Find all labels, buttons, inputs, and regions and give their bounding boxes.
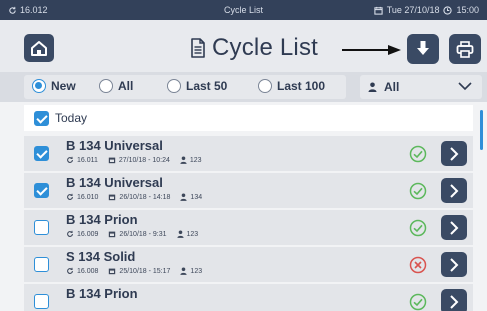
user-icon [180,193,188,201]
row-checkbox[interactable] [34,294,49,309]
row-checkbox[interactable] [34,220,49,235]
cycle-number: 16.010 [77,193,99,201]
calendar-icon [374,6,383,15]
cycle-number: 16.008 [77,267,99,275]
filter-bar: New All Last 50 Last 100 All [0,72,487,102]
filter-all-label: All [118,79,134,93]
group-today-checkbox[interactable] [34,110,49,126]
chevron-right-icon [450,257,459,272]
cycle-user: 123 [186,230,199,238]
filter-new-label: New [51,79,76,93]
home-button[interactable] [24,34,54,62]
calendar-icon [108,157,116,164]
cycle-number: 16.011 [77,156,98,164]
scrollbar[interactable] [480,110,483,150]
cycle-program-name: B 134 Prion [66,286,138,301]
cycle-icon [67,193,73,200]
open-cycle-button[interactable] [441,141,467,166]
status-failed-icon [409,256,427,274]
cycle-meta: 16.009 26/10/18 - 9:31 123 [66,230,198,238]
row-checkbox[interactable] [34,183,49,198]
clock-icon [443,5,453,15]
home-icon [31,40,47,56]
time-value: 15:00 [456,5,479,15]
document-icon [191,38,205,58]
cycle-list: Today B 134 Universal 16.011 27/10/18 - 10… [0,102,487,311]
row-checkbox[interactable] [34,146,49,161]
cycle-meta: 16.010 26/10/18 - 14:18 134 [66,193,202,201]
cycle-program-name: B 134 Prion [66,212,138,227]
status-bar: 16.012 Cycle List Tue 27/10/18 15:00 [0,0,487,20]
user-icon [368,82,377,92]
cycle-program-name: B 134 Universal [66,138,163,153]
group-header-today: Today [24,105,473,131]
cycle-user: 123 [189,156,202,164]
open-cycle-button[interactable] [441,252,467,277]
cycle-icon [67,156,73,163]
status-ok-icon [409,293,427,311]
radio-circle [99,79,113,93]
cycle-row[interactable]: B 134 Prion 16.009 26/10/18 - 9:31 123 [24,210,473,245]
date-time: Tue 27/10/18 15:00 [374,5,479,15]
chevron-right-icon [450,294,459,309]
chevron-right-icon [450,146,459,161]
cycle-user: 123 [190,267,203,275]
chevron-right-icon [450,220,459,235]
chevron-down-icon [458,82,472,91]
status-ok-icon [409,219,427,237]
page-title-wrap: Cycle List [190,34,318,62]
date-value: Tue 27/10/18 [386,5,440,15]
cycle-row[interactable]: B 134 Universal 16.011 27/10/18 - 10:24 123 [24,136,473,171]
printer-icon [456,40,474,58]
user-filter-value: All [384,80,400,94]
filter-last-100-radio[interactable]: Last 100 [258,79,325,93]
filter-all-radio[interactable]: All [99,79,133,93]
calendar-icon [109,268,116,275]
cycle-meta: 16.008 25/10/18 - 15:17 123 [66,267,202,275]
filter-last-50-radio[interactable]: Last 50 [167,79,227,93]
cycle-icon [67,230,73,237]
download-icon [417,41,429,55]
cycle-row[interactable]: S 134 Solid 16.008 25/10/18 - 15:17 123 [24,247,473,282]
cycle-program-name: B 134 Universal [66,175,163,190]
open-cycle-button[interactable] [441,289,467,311]
filter-last-100-label: Last 100 [277,79,326,93]
cycle-datetime: 25/10/18 - 15:17 [119,267,171,275]
cycle-program-name: S 134 Solid [66,249,136,264]
cycle-number: 16.009 [77,230,99,238]
page-title: Cycle List [212,34,319,61]
cycle-row[interactable]: B 134 Universal 16.010 26/10/18 - 14:18 134 [24,173,473,208]
chevron-right-icon [450,183,459,198]
radio-circle [167,79,181,93]
radio-circle [32,79,46,93]
group-today-label: Today [55,111,88,125]
filter-new-radio[interactable]: New [32,79,76,93]
filter-radio-group: New All Last 50 Last 100 [24,75,346,99]
open-cycle-button[interactable] [441,215,467,240]
row-checkbox[interactable] [34,257,49,272]
user-filter-select[interactable]: All [360,75,482,99]
user-icon [176,230,184,238]
user-icon [180,156,187,164]
status-ok-icon [409,145,427,163]
cycle-datetime: 27/10/18 - 10:24 [118,156,170,164]
filter-last-50-label: Last 50 [186,79,228,93]
pointer-arrow-icon [342,45,401,55]
cycle-user: 134 [190,193,203,201]
open-cycle-button[interactable] [441,178,467,203]
calendar-icon [109,231,116,238]
calendar-icon [109,194,116,201]
user-icon [180,267,188,275]
cycle-row[interactable]: B 134 Prion [24,284,473,311]
cycle-datetime: 26/10/18 - 9:31 [119,230,167,238]
print-button[interactable] [449,34,481,64]
download-button[interactable] [407,34,439,64]
cycle-icon [67,267,73,274]
cycle-datetime: 26/10/18 - 14:18 [119,193,171,201]
status-ok-icon [409,182,427,200]
radio-circle [258,79,272,93]
header: Cycle List [0,20,487,72]
cycle-meta: 16.011 27/10/18 - 10:24 123 [66,156,202,164]
